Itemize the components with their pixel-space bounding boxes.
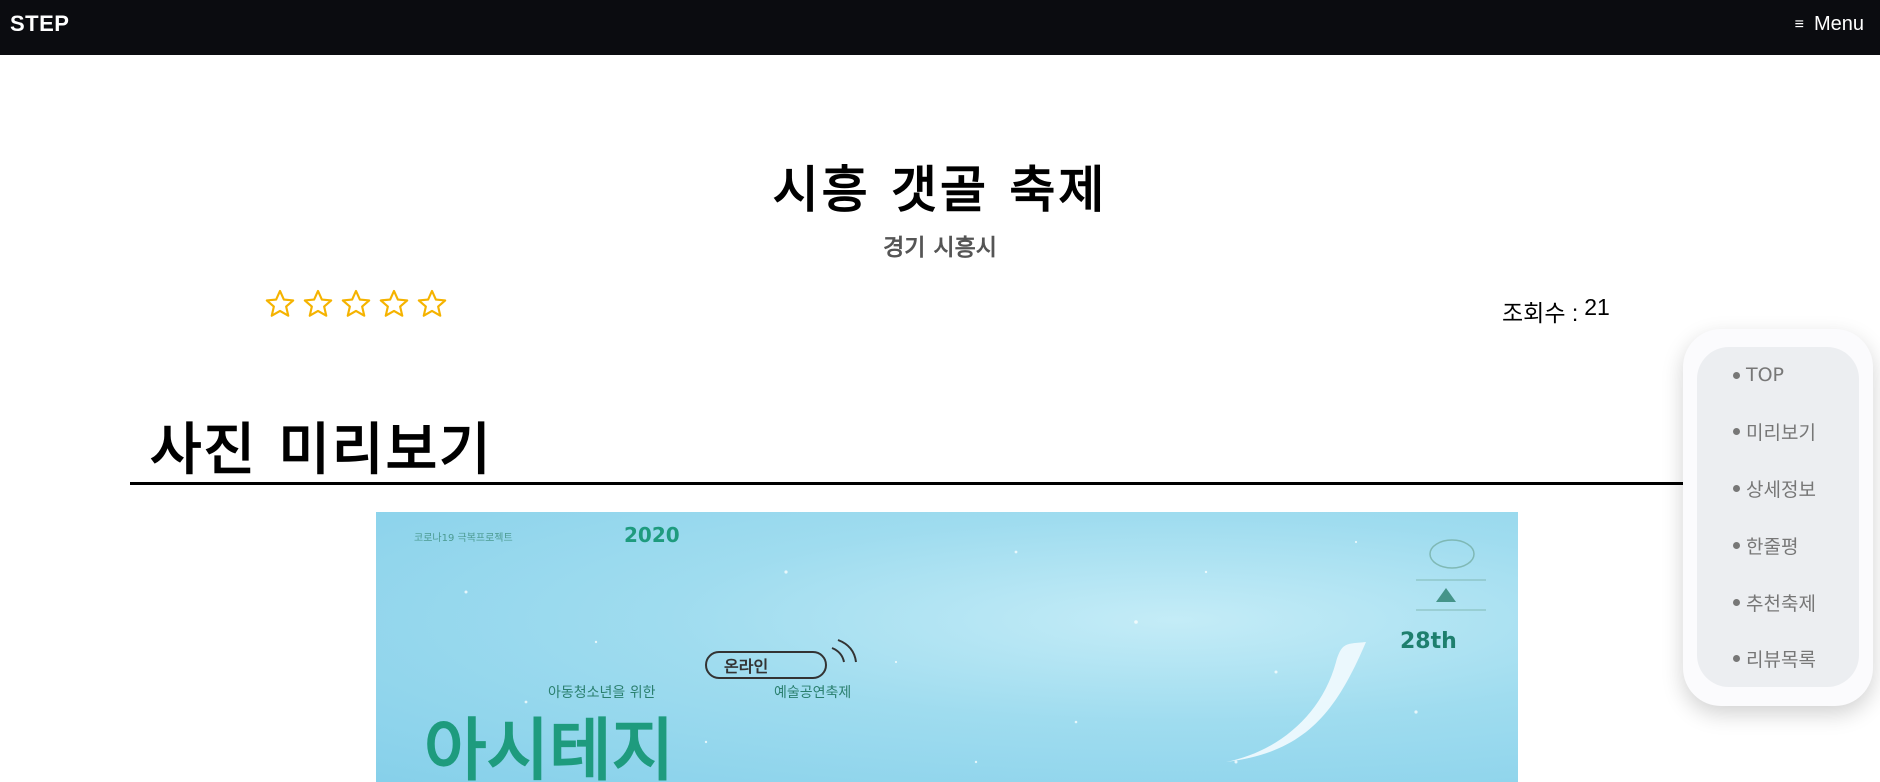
star-rating[interactable] <box>264 288 448 320</box>
section-divider <box>130 482 1690 485</box>
hamburger-icon: ≡ <box>1794 15 1804 33</box>
festival-region: 경기 시흥시 <box>883 235 997 261</box>
sidenav-item-preview[interactable]: 미리보기 <box>1733 418 1816 445</box>
sidenav-item-label: 추천축제 <box>1746 593 1816 615</box>
festival-title: 시흥 갯골 축제 <box>772 161 1108 219</box>
star-icon[interactable] <box>302 288 334 320</box>
poster-series: 코로나19 극복프로젝트 <box>414 532 513 544</box>
sidenav-item-label: TOP <box>1746 364 1785 386</box>
star-icon[interactable] <box>264 288 296 320</box>
photo-preview-heading: 사진 미리보기 <box>150 418 493 483</box>
menu-label: Menu <box>1813 13 1864 35</box>
bullet-icon <box>1733 428 1740 435</box>
star-icon[interactable] <box>416 288 448 320</box>
view-count: 조회수 : 21 <box>1502 294 1610 328</box>
poster-badge: 온라인 <box>724 657 768 676</box>
bullet-icon <box>1733 371 1740 379</box>
poster-headline: 아시테지 <box>424 712 674 782</box>
bullet-icon <box>1733 599 1740 606</box>
bullet-icon <box>1733 485 1740 492</box>
poster-tagline-right: 예술공연축제 <box>774 685 851 701</box>
bullet-icon <box>1733 655 1740 662</box>
poster-edition: 28th <box>1400 629 1457 654</box>
sidenav-item-label: 한줄평 <box>1746 536 1799 558</box>
menu-button[interactable]: ≡ Menu <box>1795 13 1864 36</box>
star-icon[interactable] <box>340 288 372 320</box>
sidenav-item-label: 미리보기 <box>1746 422 1816 444</box>
sidenav-item-one-line-review[interactable]: 한줄평 <box>1733 532 1798 559</box>
sidenav-item-label: 상세정보 <box>1746 479 1816 501</box>
view-count-label: 조회수 : <box>1502 300 1579 326</box>
star-icon[interactable] <box>378 288 410 320</box>
sidenav-item-label: 리뷰목록 <box>1746 649 1816 671</box>
festival-poster-image: 코로나19 극복프로젝트 2020 온라인 아동청소년을 위한 예술공연축제 아… <box>376 512 1518 782</box>
brand-logo[interactable]: STEP <box>10 11 69 37</box>
sidenav-item-review-list[interactable]: 리뷰목록 <box>1733 645 1816 672</box>
sidenav-item-recommended[interactable]: 추천축제 <box>1733 589 1816 616</box>
poster-tagline-left: 아동청소년을 위한 <box>548 685 656 701</box>
sidenav-item-details[interactable]: 상세정보 <box>1733 475 1816 502</box>
top-navbar: STEP ≡ Menu <box>0 0 1880 55</box>
bullet-icon <box>1733 542 1740 549</box>
side-navigation-panel <box>1697 347 1859 687</box>
view-count-value: 21 <box>1584 294 1610 320</box>
sidenav-item-top[interactable]: TOP <box>1733 364 1784 386</box>
side-navigation: TOP 미리보기 상세정보 한줄평 추천축제 리뷰목록 <box>1683 329 1873 706</box>
poster-year: 2020 <box>624 523 680 547</box>
